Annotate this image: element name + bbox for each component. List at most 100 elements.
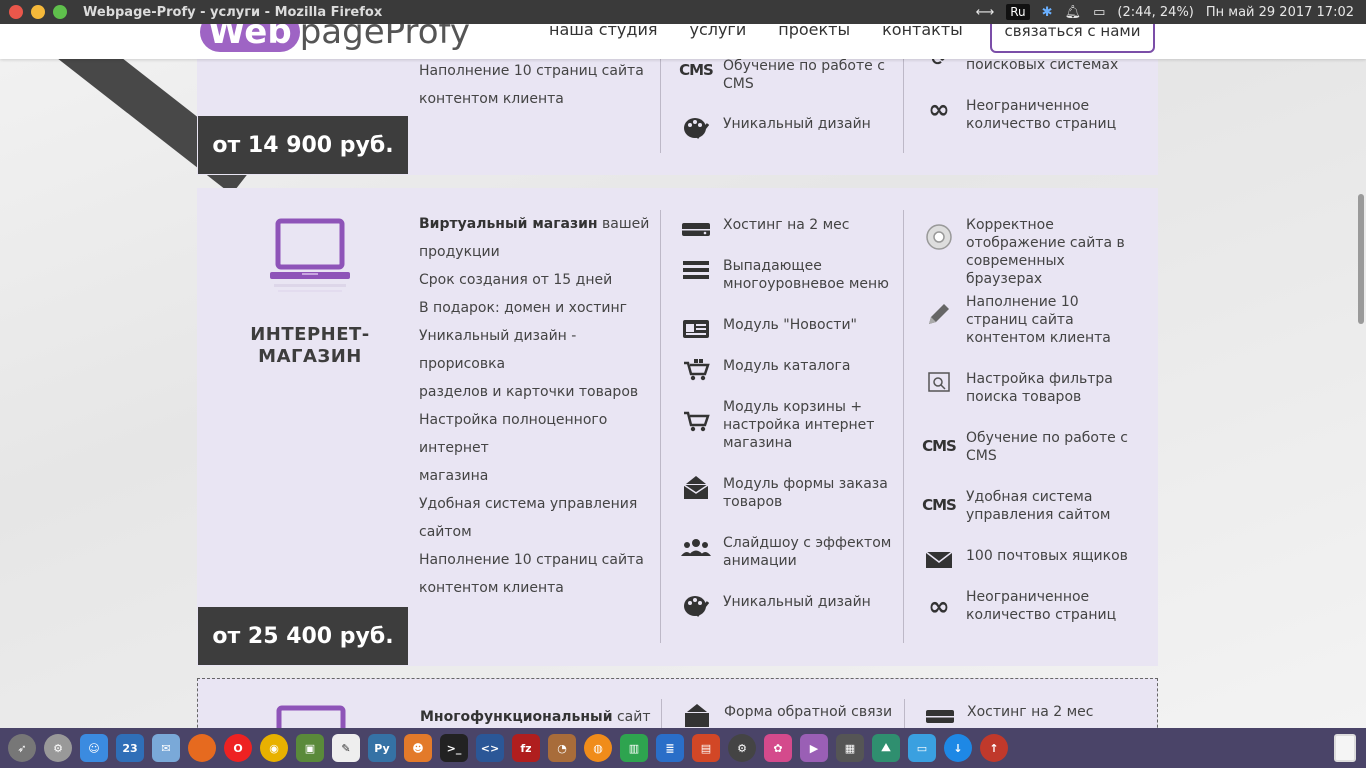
feature-item: Наполнение 10 страниц сайта контентом кл… [924, 293, 1136, 347]
site-logo[interactable]: Web pageProfy [200, 24, 470, 52]
pencil-icon [924, 301, 954, 327]
feature-text: Слайдшоу с эффектом анимации [723, 535, 892, 569]
mail-app-icon[interactable]: ✉ [152, 734, 180, 762]
calendar-icon[interactable]: 23 [116, 734, 144, 762]
feature-text: Форма обратной связи [724, 704, 893, 720]
description-line: магазина [419, 468, 489, 484]
mail-form-icon [681, 475, 711, 501]
feature-item: Модуль корзины + настройка интернет мага… [681, 398, 893, 452]
python-icon[interactable]: Py [368, 734, 396, 762]
description-line: сайтом [419, 524, 472, 540]
feature-item: Форма обратной связи [682, 703, 894, 728]
nav-item-studio[interactable]: наша студия [549, 24, 657, 38]
folder-icon[interactable]: ▭ [908, 734, 936, 762]
column-divider [904, 699, 905, 728]
minimize-window-button[interactable] [31, 5, 45, 19]
calculator-icon[interactable]: ▦ [836, 734, 864, 762]
finder-icon[interactable]: ☺ [80, 734, 108, 762]
main-nav: наша студия услуги проекты контакты [549, 24, 963, 38]
feature-text: Корректное отображение сайта в современн… [966, 217, 1125, 287]
image-viewer-icon[interactable]: ⛰ [872, 734, 900, 762]
battery-status[interactable]: (2:44, 24%) [1117, 5, 1194, 20]
nav-item-projects[interactable]: проекты [778, 24, 850, 38]
feature-item: Корректное отображение сайта в современн… [924, 216, 1136, 288]
close-window-button[interactable] [9, 5, 23, 19]
filezilla-icon[interactable]: fz [512, 734, 540, 762]
category-title-line: ИНТЕРНЕТ- [250, 324, 370, 345]
clock[interactable]: Пн май 29 2017 17:02 [1206, 5, 1354, 20]
logo-web-part: Web [200, 24, 300, 52]
palette-icon [681, 593, 711, 619]
feature-text: Наполнение 10 страниц сайта контентом кл… [966, 294, 1111, 346]
system-monitor-icon[interactable]: ⚙ [728, 734, 756, 762]
service-card-internet-shop: ИНТЕРНЕТ- МАГАЗИН Виртуальный магазин ва… [197, 188, 1158, 666]
feature-item: CMS Удобная система управления сайтом [922, 488, 1136, 524]
cms-icon: CMS [922, 437, 957, 455]
photos-icon[interactable]: ▣ [296, 734, 324, 762]
feature-item: CMS Обучение по работе с CMS [679, 57, 893, 93]
catalog-icon [681, 357, 711, 383]
terminal-icon[interactable]: >_ [440, 734, 468, 762]
feature-item: Выпадающее многоуровневое меню [681, 257, 893, 293]
description-line: разделов и карточки товаров [419, 384, 639, 400]
feature-text: Хостинг на 2 мес [967, 704, 1094, 720]
launcher-icon[interactable]: ➶ [8, 734, 36, 762]
download-icon[interactable]: ↓ [944, 734, 972, 762]
feature-text: Модуль каталога [723, 358, 851, 374]
service-description: Наполнение 10 страниц сайта контентом кл… [419, 57, 657, 113]
opera-icon[interactable]: O [224, 734, 252, 762]
filter-search-icon [924, 370, 954, 396]
maximize-window-button[interactable] [53, 5, 67, 19]
feature-text: Уникальный дизайн [723, 116, 871, 132]
feature-text: 100 почтовых ящиков [966, 548, 1128, 564]
feature-text: Настройка фильтра поиска товаров [966, 371, 1113, 405]
code-editor-icon[interactable]: <> [476, 734, 504, 762]
battery-icon[interactable]: ▭ [1093, 5, 1105, 20]
feature-item: Модуль "Новости" [681, 316, 893, 342]
laptop-icon [276, 705, 346, 728]
page-scrollbar[interactable] [1358, 194, 1364, 324]
window-title: Webpage-Profy - услуги - Mozilla Firefox [83, 4, 383, 20]
feature-item: Слайдшоу с эффектом анимации [681, 534, 893, 570]
blender-icon[interactable]: ◍ [584, 734, 612, 762]
feature-item: ∞ Неограниченное количество страниц [924, 95, 1136, 133]
feature-text: Уникальный дизайн [723, 594, 871, 610]
description-line: Наполнение 10 страниц сайта [419, 63, 644, 79]
laptop-icon [270, 218, 350, 292]
nav-item-services[interactable]: услуги [689, 24, 746, 38]
spreadsheet-icon[interactable]: ▥ [620, 734, 648, 762]
cat-app-icon[interactable]: ☻ [404, 734, 432, 762]
firefox-icon[interactable] [188, 734, 216, 762]
feature-text: Неограниченное количество страниц [966, 589, 1117, 623]
cms-icon: CMS [922, 496, 957, 514]
description-line: контентом клиента [419, 580, 564, 596]
feature-text: Модуль корзины + настройка интернет мага… [723, 399, 875, 451]
chrome-icon[interactable]: ◉ [260, 734, 288, 762]
document-icon[interactable]: ≣ [656, 734, 684, 762]
gimp-icon[interactable]: ◔ [548, 734, 576, 762]
dock: ➶ ⚙ ☺ 23 ✉ O ◉ ▣ ✎ Py ☻ >_ <> fz ◔ ◍ ▥ ≣… [0, 728, 1366, 768]
feature-text: Выпадающее многоуровневое меню [723, 258, 889, 292]
price-tag: от 14 900 руб. [198, 116, 408, 174]
feature-item: Хостинг на 2 мес [925, 703, 1137, 728]
contact-us-button[interactable]: связаться с нами [990, 24, 1155, 53]
network-arrows-icon[interactable]: ⟷ [976, 5, 995, 20]
keyboard-layout-indicator[interactable]: Ru [1006, 4, 1030, 20]
feature-text: Обучение по работе с CMS [723, 58, 885, 92]
bluetooth-icon[interactable]: ✱ [1042, 5, 1053, 20]
description-line: В подарок: домен и хостинг [419, 300, 627, 316]
infinity-icon: ∞ [928, 95, 950, 125]
upload-icon[interactable]: ↑ [980, 734, 1008, 762]
notification-bell-icon[interactable]: 🔔︎ [1065, 5, 1082, 20]
feature-text: Модуль формы заказа товаров [723, 476, 888, 510]
feature-item: Хостинг на 2 мес [681, 216, 893, 242]
media-player-icon[interactable]: ▶ [800, 734, 828, 762]
trash-icon[interactable] [1334, 734, 1356, 762]
site-header: Web pageProfy наша студия услуги проекты … [0, 24, 1366, 59]
notes-icon[interactable]: ✎ [332, 734, 360, 762]
settings-app-icon[interactable]: ✿ [764, 734, 792, 762]
description-line: Срок создания от 15 дней [419, 272, 613, 288]
presentation-icon[interactable]: ▤ [692, 734, 720, 762]
nav-item-contacts[interactable]: контакты [882, 24, 963, 38]
settings-icon[interactable]: ⚙ [44, 734, 72, 762]
